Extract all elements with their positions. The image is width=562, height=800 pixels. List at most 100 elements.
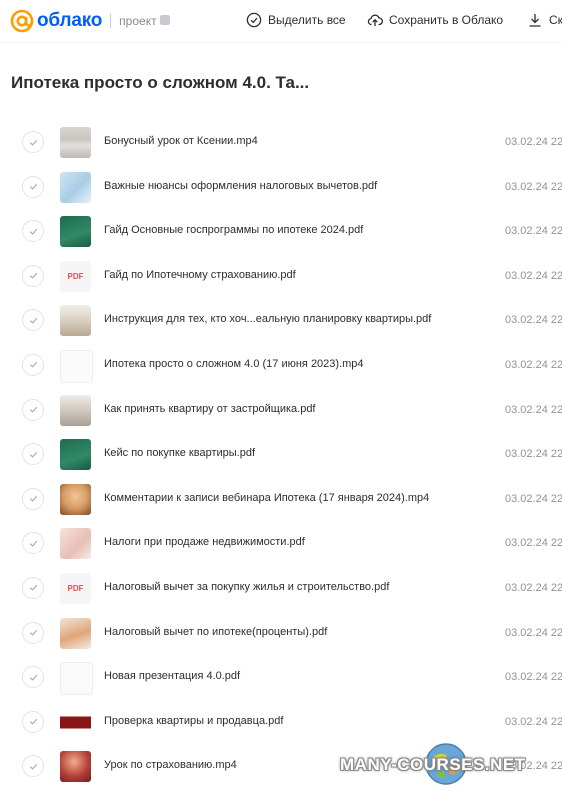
file-thumbnail [60, 662, 93, 696]
file-thumbnail [60, 528, 91, 560]
file-date: 03.02.24 22 [505, 715, 562, 728]
file-thumbnail [60, 483, 91, 515]
file-name[interactable]: Кейс по покупке квартиры.pdf [104, 447, 255, 459]
file-name[interactable]: Налоговый вычет за покупку жилья и строи… [104, 581, 389, 593]
file-thumbnail [60, 439, 91, 471]
file-name[interactable]: Ипотека просто о сложном 4.0 (17 июня 20… [104, 358, 364, 370]
logo-divider [110, 14, 112, 28]
file-thumbnail [60, 216, 91, 248]
file-thumbnail [60, 617, 91, 649]
select-checkbox[interactable] [22, 755, 44, 778]
file-row[interactable]: Проверка квартиры и продавца.pdf 03.02.24… [0, 700, 562, 745]
select-checkbox[interactable] [22, 532, 44, 555]
file-row[interactable]: PDF Налоговый вычет за покупку жилья и ст… [0, 566, 562, 611]
file-date: 03.02.24 22 [505, 225, 562, 238]
cloud-upload-icon [367, 14, 383, 26]
file-thumbnail [60, 394, 91, 426]
cloud-logo[interactable]: облако проект [10, 9, 170, 33]
file-row[interactable]: Новая презентация 4.0.pdf 03.02.24 22 [0, 655, 562, 700]
file-row[interactable]: Комментарии к записи вебинара Ипотека (1… [0, 477, 562, 522]
select-checkbox[interactable] [22, 443, 44, 466]
select-checkbox[interactable] [22, 131, 44, 153]
file-list: Бонусный урок от Ксении.mp4 03.02.24 22 Ва… [0, 120, 562, 789]
save-to-cloud-button[interactable]: Сохранить в Облако [367, 12, 503, 28]
check-icon [29, 629, 37, 636]
file-date: 03.02.24 22 [505, 269, 562, 282]
file-name[interactable]: Проверка квартиры и продавца.pdf [104, 715, 283, 727]
select-checkbox[interactable] [22, 398, 44, 421]
select-checkbox[interactable] [22, 576, 44, 599]
check-icon [29, 228, 37, 235]
top-bar: облако проект Выделить все Сохранить в О… [0, 0, 562, 42]
select-checkbox[interactable] [22, 710, 44, 733]
check-icon [29, 719, 37, 725]
file-name[interactable]: Важные нюансы оформления налоговых вычет… [104, 180, 377, 192]
file-date: 03.02.24 22 [505, 403, 562, 416]
vk-icon [159, 15, 170, 25]
select-checkbox[interactable] [22, 309, 44, 332]
file-row[interactable]: PDF Гайд по Ипотечному страхованию.pdf 03.… [0, 254, 562, 299]
select-checkbox[interactable] [22, 621, 44, 644]
file-date: 03.02.24 22 [505, 136, 562, 148]
file-thumbnail [60, 127, 91, 158]
file-date: 03.02.24 22 [505, 671, 562, 684]
file-row[interactable]: Ипотека просто о сложном 4.0 (17 июня 20… [0, 343, 562, 388]
file-name[interactable]: Как принять квартиру от застройщика.pdf [104, 403, 316, 415]
logo-text: облако [37, 10, 103, 31]
file-date: 03.02.24 22 [505, 448, 562, 461]
folder-title: Ипотека просто о сложном 4.0. Та... [11, 73, 310, 92]
check-icon [29, 406, 37, 413]
select-checkbox[interactable] [22, 487, 44, 510]
file-row[interactable]: Важные нюансы оформления налоговых вычет… [0, 165, 562, 210]
check-icon [29, 139, 37, 146]
file-name[interactable]: Новая презентация 4.0.pdf [104, 670, 240, 682]
file-date: 03.02.24 22 [505, 626, 562, 639]
file-name[interactable]: Налоговый вычет по ипотеке(проценты).pdf [104, 626, 327, 638]
select-checkbox[interactable] [22, 220, 44, 243]
file-name[interactable]: Гайд по Ипотечному страхованию.pdf [104, 269, 296, 281]
at-sign-icon [10, 9, 34, 33]
file-thumbnail [60, 305, 91, 337]
file-date: 03.02.24 22 [505, 358, 562, 371]
check-icon [29, 674, 37, 681]
file-thumbnail [60, 751, 91, 783]
file-row[interactable]: Бонусный урок от Ксении.mp4 03.02.24 22 [0, 120, 562, 165]
file-name[interactable]: Бонусный урок от Ксении.mp4 [104, 135, 258, 147]
file-date: 03.02.24 22 [505, 492, 562, 505]
select-checkbox[interactable] [22, 353, 44, 376]
download-icon [529, 14, 541, 27]
download-button[interactable]: Ск [527, 12, 562, 28]
file-row[interactable]: Инструкция для тех, кто хоч...еальную пл… [0, 298, 562, 343]
file-name[interactable]: Комментарии к записи вебинара Ипотека (1… [104, 492, 429, 504]
download-label: Ск [549, 13, 562, 27]
pdf-file-icon: PDF [60, 260, 91, 292]
check-icon [29, 451, 37, 458]
check-icon [29, 317, 37, 324]
file-name[interactable]: Гайд Основные госпрограммы по ипотеке 20… [104, 224, 363, 236]
file-name[interactable]: Налоги при продаже недвижимости.pdf [104, 536, 305, 548]
file-row[interactable]: Налоги при продаже недвижимости.pdf 03.02… [0, 521, 562, 566]
select-checkbox[interactable] [22, 264, 44, 287]
select-checkbox[interactable] [22, 175, 44, 198]
file-date: 03.02.24 22 [505, 314, 562, 327]
file-row[interactable]: Гайд Основные госпрограммы по ипотеке 20… [0, 209, 562, 254]
project-label: проект [119, 14, 157, 28]
file-row[interactable]: Как принять квартиру от застройщика.pdf 0… [0, 388, 562, 433]
select-checkbox[interactable] [22, 666, 44, 689]
file-row[interactable]: Кейс по покупке квартиры.pdf 03.02.24 22 [0, 432, 562, 477]
watermark: MANY-COURSES.NET [340, 755, 526, 774]
check-icon [29, 540, 37, 547]
file-thumbnail [60, 349, 93, 383]
select-all-button[interactable]: Выделить все [246, 12, 346, 28]
file-name[interactable]: Инструкция для тех, кто хоч...еальную пл… [104, 313, 431, 325]
save-to-cloud-label: Сохранить в Облако [389, 13, 504, 27]
file-date: 03.02.24 22 [505, 180, 562, 193]
file-date: 03.02.24 22 [505, 581, 562, 594]
check-icon [29, 362, 37, 369]
pdf-file-icon: PDF [60, 572, 91, 604]
file-row[interactable]: Налоговый вычет по ипотеке(проценты).pdf… [0, 611, 562, 656]
select-all-label: Выделить все [268, 13, 346, 27]
file-name[interactable]: Урок по страхованию.mp4 [104, 759, 237, 771]
check-circle-icon [246, 12, 262, 28]
check-icon [29, 585, 37, 592]
